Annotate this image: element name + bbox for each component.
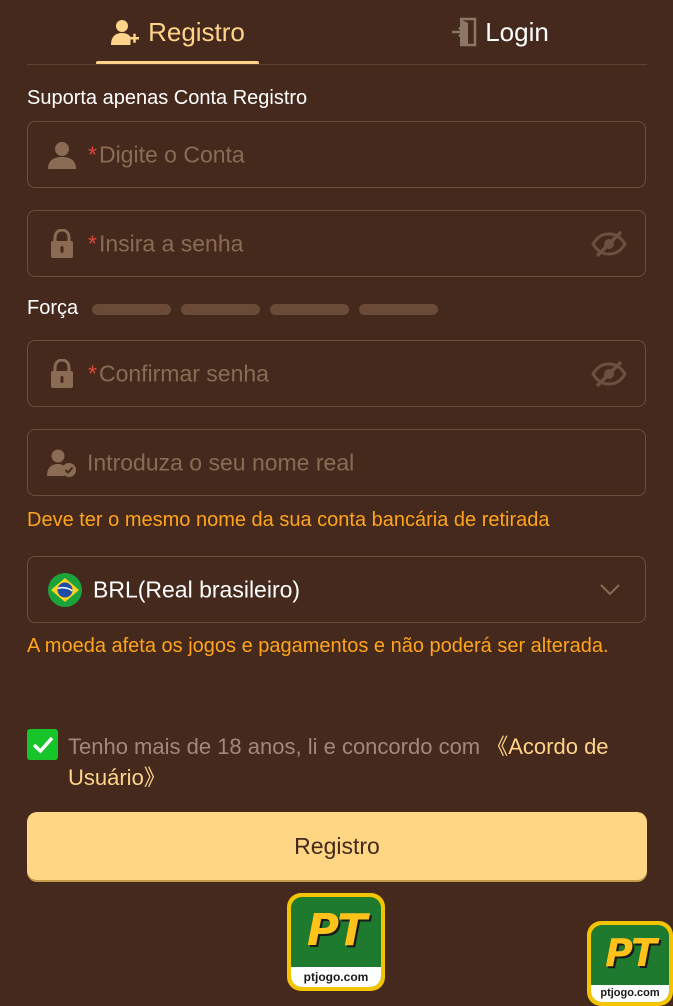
account-field[interactable]: *Digite o Conta	[27, 121, 646, 188]
logo-mark: PT	[306, 905, 367, 956]
confirm-password-field[interactable]: *Confirmar senha	[27, 340, 646, 407]
real-name-field[interactable]: Introduza o seu nome real	[27, 429, 646, 496]
register-submit-button[interactable]: Registro	[27, 812, 647, 880]
tab-register[interactable]: Registro	[96, 0, 259, 64]
tab-login[interactable]: Login	[430, 0, 570, 64]
auth-tabs: Registro Login	[0, 0, 673, 66]
tabs-divider	[27, 64, 647, 65]
currency-note: A moeda afeta os jogos e pagamentos e nã…	[27, 635, 609, 657]
strength-bar	[270, 304, 349, 315]
eye-slash-icon[interactable]	[591, 360, 627, 388]
brazil-flag-icon	[47, 572, 83, 613]
strength-bar	[359, 304, 438, 315]
lock-icon	[50, 228, 74, 259]
logo-domain: ptjogo.com	[291, 967, 381, 987]
password-placeholder: *Insira a senha	[88, 230, 244, 256]
tab-register-label: Registro	[148, 16, 245, 47]
user-verified-icon	[47, 448, 77, 478]
checkmark-icon	[32, 736, 53, 753]
logo-mark: PT	[605, 931, 657, 975]
password-field[interactable]: *Insira a senha	[27, 210, 646, 277]
currency-select[interactable]: BRL(Real brasileiro)	[27, 556, 646, 623]
eye-slash-icon[interactable]	[591, 230, 627, 258]
agree-text: Tenho mais de 18 anos, li e concordo com…	[68, 734, 609, 790]
account-type-hint: Suporta apenas Conta Registro	[27, 87, 308, 109]
login-icon	[451, 17, 477, 47]
currency-selected-value: BRL(Real brasileiro)	[93, 576, 301, 602]
tab-login-label: Login	[485, 16, 549, 47]
strength-bar	[181, 304, 260, 315]
strength-label: Força	[27, 297, 79, 319]
strength-bar	[92, 304, 171, 315]
agree-checkbox[interactable]	[27, 729, 58, 760]
confirm-password-placeholder: *Confirmar senha	[88, 360, 269, 386]
chevron-down-icon	[599, 583, 621, 597]
ptjogo-floating-logo[interactable]: PT ptjogo.com	[587, 921, 673, 1006]
real-name-note: Deve ter o mesmo nome da sua conta bancá…	[27, 509, 550, 531]
ptjogo-logo: PT ptjogo.com	[287, 893, 385, 991]
user-icon	[47, 140, 77, 170]
logo-domain: ptjogo.com	[591, 985, 669, 1002]
account-placeholder: *Digite o Conta	[88, 141, 245, 167]
lock-icon	[50, 358, 74, 389]
real-name-placeholder: Introduza o seu nome real	[87, 449, 355, 475]
user-add-icon	[110, 18, 140, 46]
